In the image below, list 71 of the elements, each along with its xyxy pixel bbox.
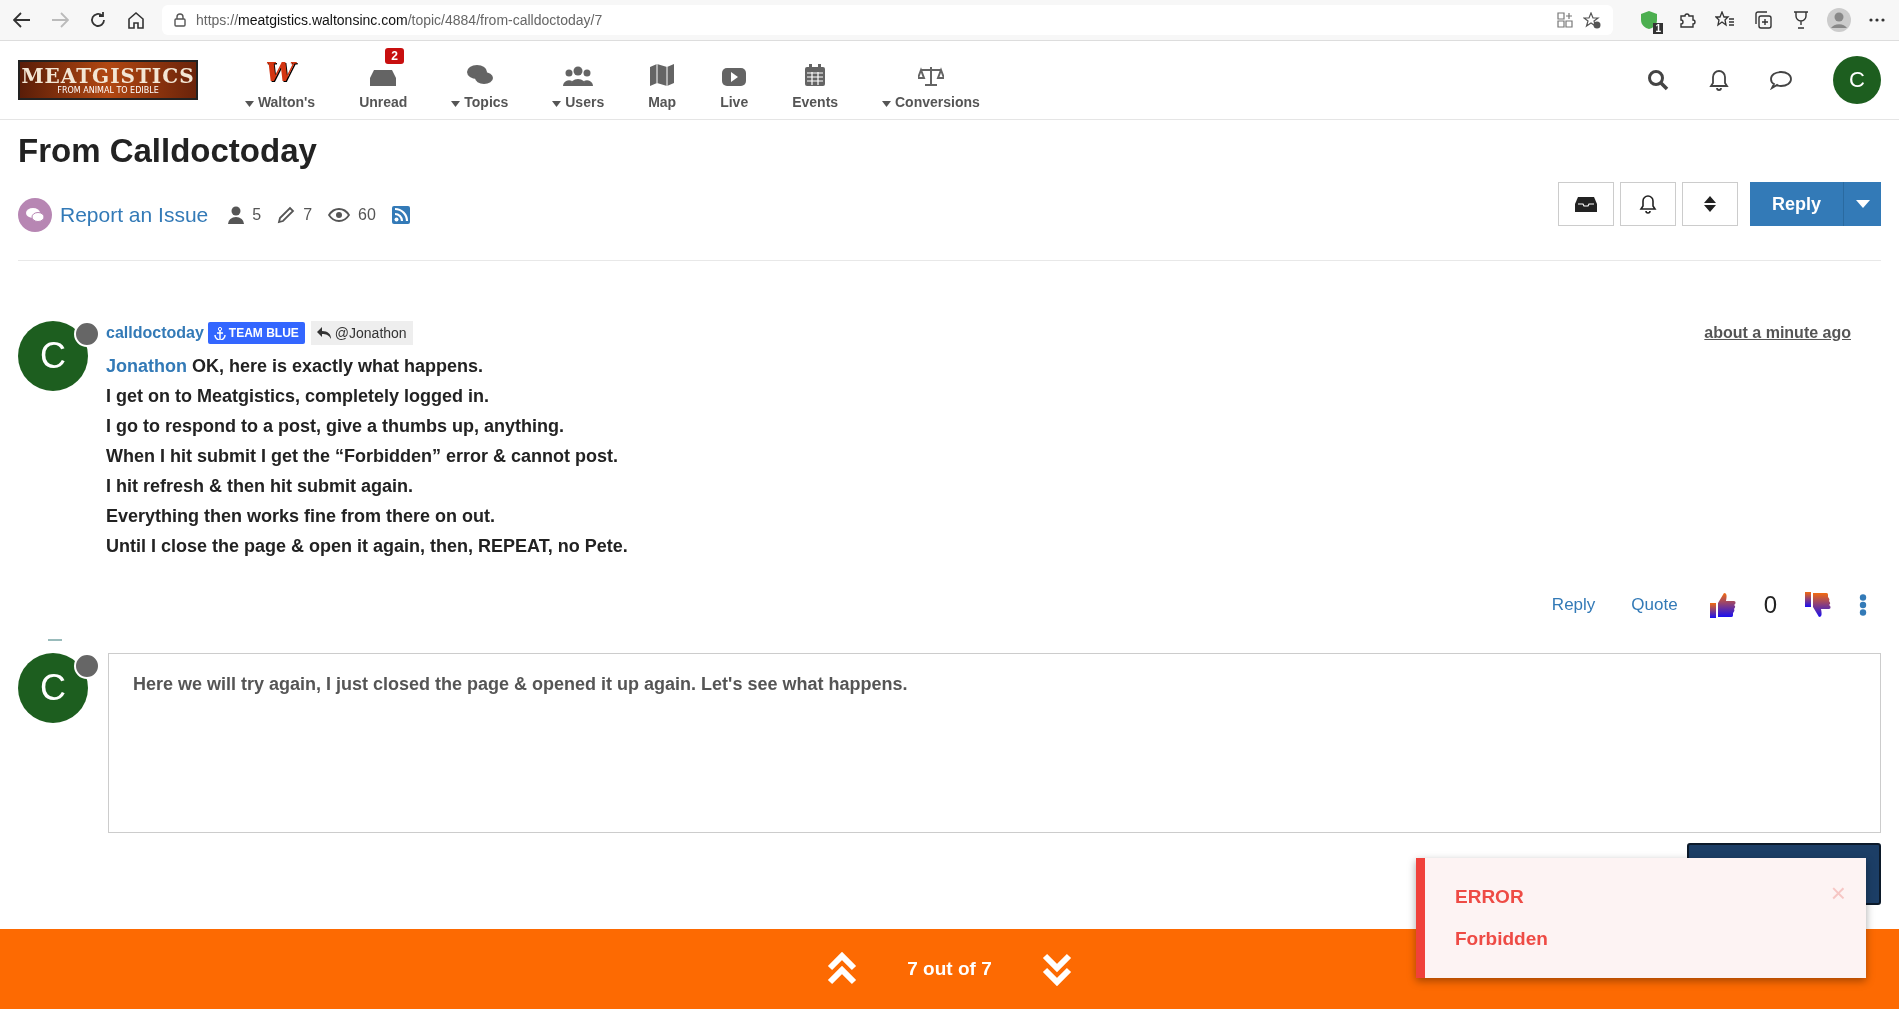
post-position: 7 out of 7: [907, 958, 992, 980]
favorite-add-icon[interactable]: [1583, 11, 1601, 29]
nav-item[interactable]: Unread 2: [337, 48, 430, 112]
caret-icon: [1855, 200, 1870, 208]
topic-title: From Calldoctoday: [18, 132, 318, 170]
nav-item[interactable]: Topics: [429, 48, 531, 112]
group-badge: TEAM BLUE: [207, 322, 305, 344]
sort-icon: [1703, 196, 1716, 212]
last-page-icon[interactable]: [1041, 952, 1072, 986]
first-page-icon[interactable]: [827, 952, 858, 986]
poster-count: 5: [252, 206, 262, 224]
caret-icon: [882, 101, 892, 107]
reply-to-link[interactable]: @Jonathon: [310, 321, 413, 345]
search-icon[interactable]: [1647, 69, 1669, 91]
nav-item[interactable]: Events: [770, 48, 861, 112]
nav-item[interactable]: W Walton's: [223, 48, 338, 112]
view-count: 60: [358, 206, 376, 224]
post-body: Jonathon OK, here is exactly what happens. I get on to Meatgistics, completely logged in. I go to respond to a post, give a thumbs up, anything. When I hit submit I get the “Forbidden” error & cannot post. I hit refresh & then hit submit again. Everything then works fine from there on out. Until I close the page & open it again, then, REPEAT, no Pete.: [106, 355, 629, 558]
pencil-icon: [277, 206, 296, 224]
thumbs-up-icon[interactable]: [1709, 592, 1736, 618]
mention-link[interactable]: Jonathon: [106, 356, 187, 376]
user-avatar[interactable]: C: [1833, 56, 1881, 104]
reply-textarea[interactable]: Here we will try again, I just closed the page & opened it up again. Let's see what happens.: [108, 653, 1881, 833]
toast-title: ERROR: [1455, 886, 1525, 908]
post-action-link[interactable]: Reply: [1547, 595, 1600, 615]
status-dot: [74, 653, 100, 679]
notification-button[interactable]: [1619, 182, 1676, 226]
address-bar[interactable]: https://meatgistics.waltonsinc.com/topic/4884/from-calldoctoday/7: [162, 5, 1613, 35]
nav-item[interactable]: Users: [530, 48, 627, 112]
count-badge: 2: [385, 48, 404, 64]
person-icon: [228, 206, 245, 224]
app-grid-icon[interactable]: [1557, 12, 1573, 28]
chat-icon[interactable]: [1769, 70, 1793, 90]
composer-avatar: C: [18, 653, 88, 723]
post-time[interactable]: about a minute ago: [1704, 324, 1851, 342]
category-link[interactable]: Report an Issue: [60, 203, 209, 227]
nav-item[interactable]: Map: [626, 48, 699, 112]
notifications-icon[interactable]: [1709, 69, 1729, 91]
caret-icon: [552, 101, 562, 107]
profile-icon[interactable]: [1827, 8, 1851, 32]
lock-icon: [174, 13, 186, 27]
caret-icon: [451, 101, 461, 107]
post-action-link[interactable]: Quote: [1627, 595, 1682, 615]
author-avatar[interactable]: C: [18, 321, 88, 391]
status-dot: [74, 321, 100, 347]
map-icon: [650, 64, 675, 86]
url-text: https://meatgistics.waltonsinc.com/topic/4884/from-calldoctoday/7: [196, 12, 604, 28]
play-icon: [722, 68, 747, 86]
sort-button[interactable]: [1681, 182, 1738, 226]
thumbs-down-icon[interactable]: [1805, 592, 1831, 618]
scale-icon: [917, 66, 944, 86]
inbox-button[interactable]: [1557, 182, 1614, 226]
category-icon: [18, 198, 52, 232]
reply-arrow-icon: [316, 327, 331, 339]
toast-message: Forbidden: [1455, 928, 1549, 950]
post-count: 7: [303, 206, 313, 224]
bell-icon: [1638, 194, 1657, 214]
chat-bubbles-icon: [466, 64, 493, 86]
site-logo[interactable]: MEATGISTICS FROM ANIMAL TO EDIBLE: [18, 60, 198, 100]
rss-icon[interactable]: [391, 206, 410, 224]
eye-icon: [328, 208, 351, 222]
nav-item[interactable]: Live: [698, 48, 771, 112]
vote-count: 0: [1763, 591, 1777, 619]
calendar-icon: [805, 64, 826, 86]
caret-icon: [245, 101, 254, 107]
author-name[interactable]: calldoctoday: [106, 324, 204, 342]
users-icon: [563, 66, 594, 86]
more-options-icon[interactable]: [1859, 594, 1867, 616]
brand-logo: W: [265, 58, 295, 86]
nav-item[interactable]: Conversions: [860, 48, 1002, 112]
inbox-icon: [1574, 196, 1597, 212]
